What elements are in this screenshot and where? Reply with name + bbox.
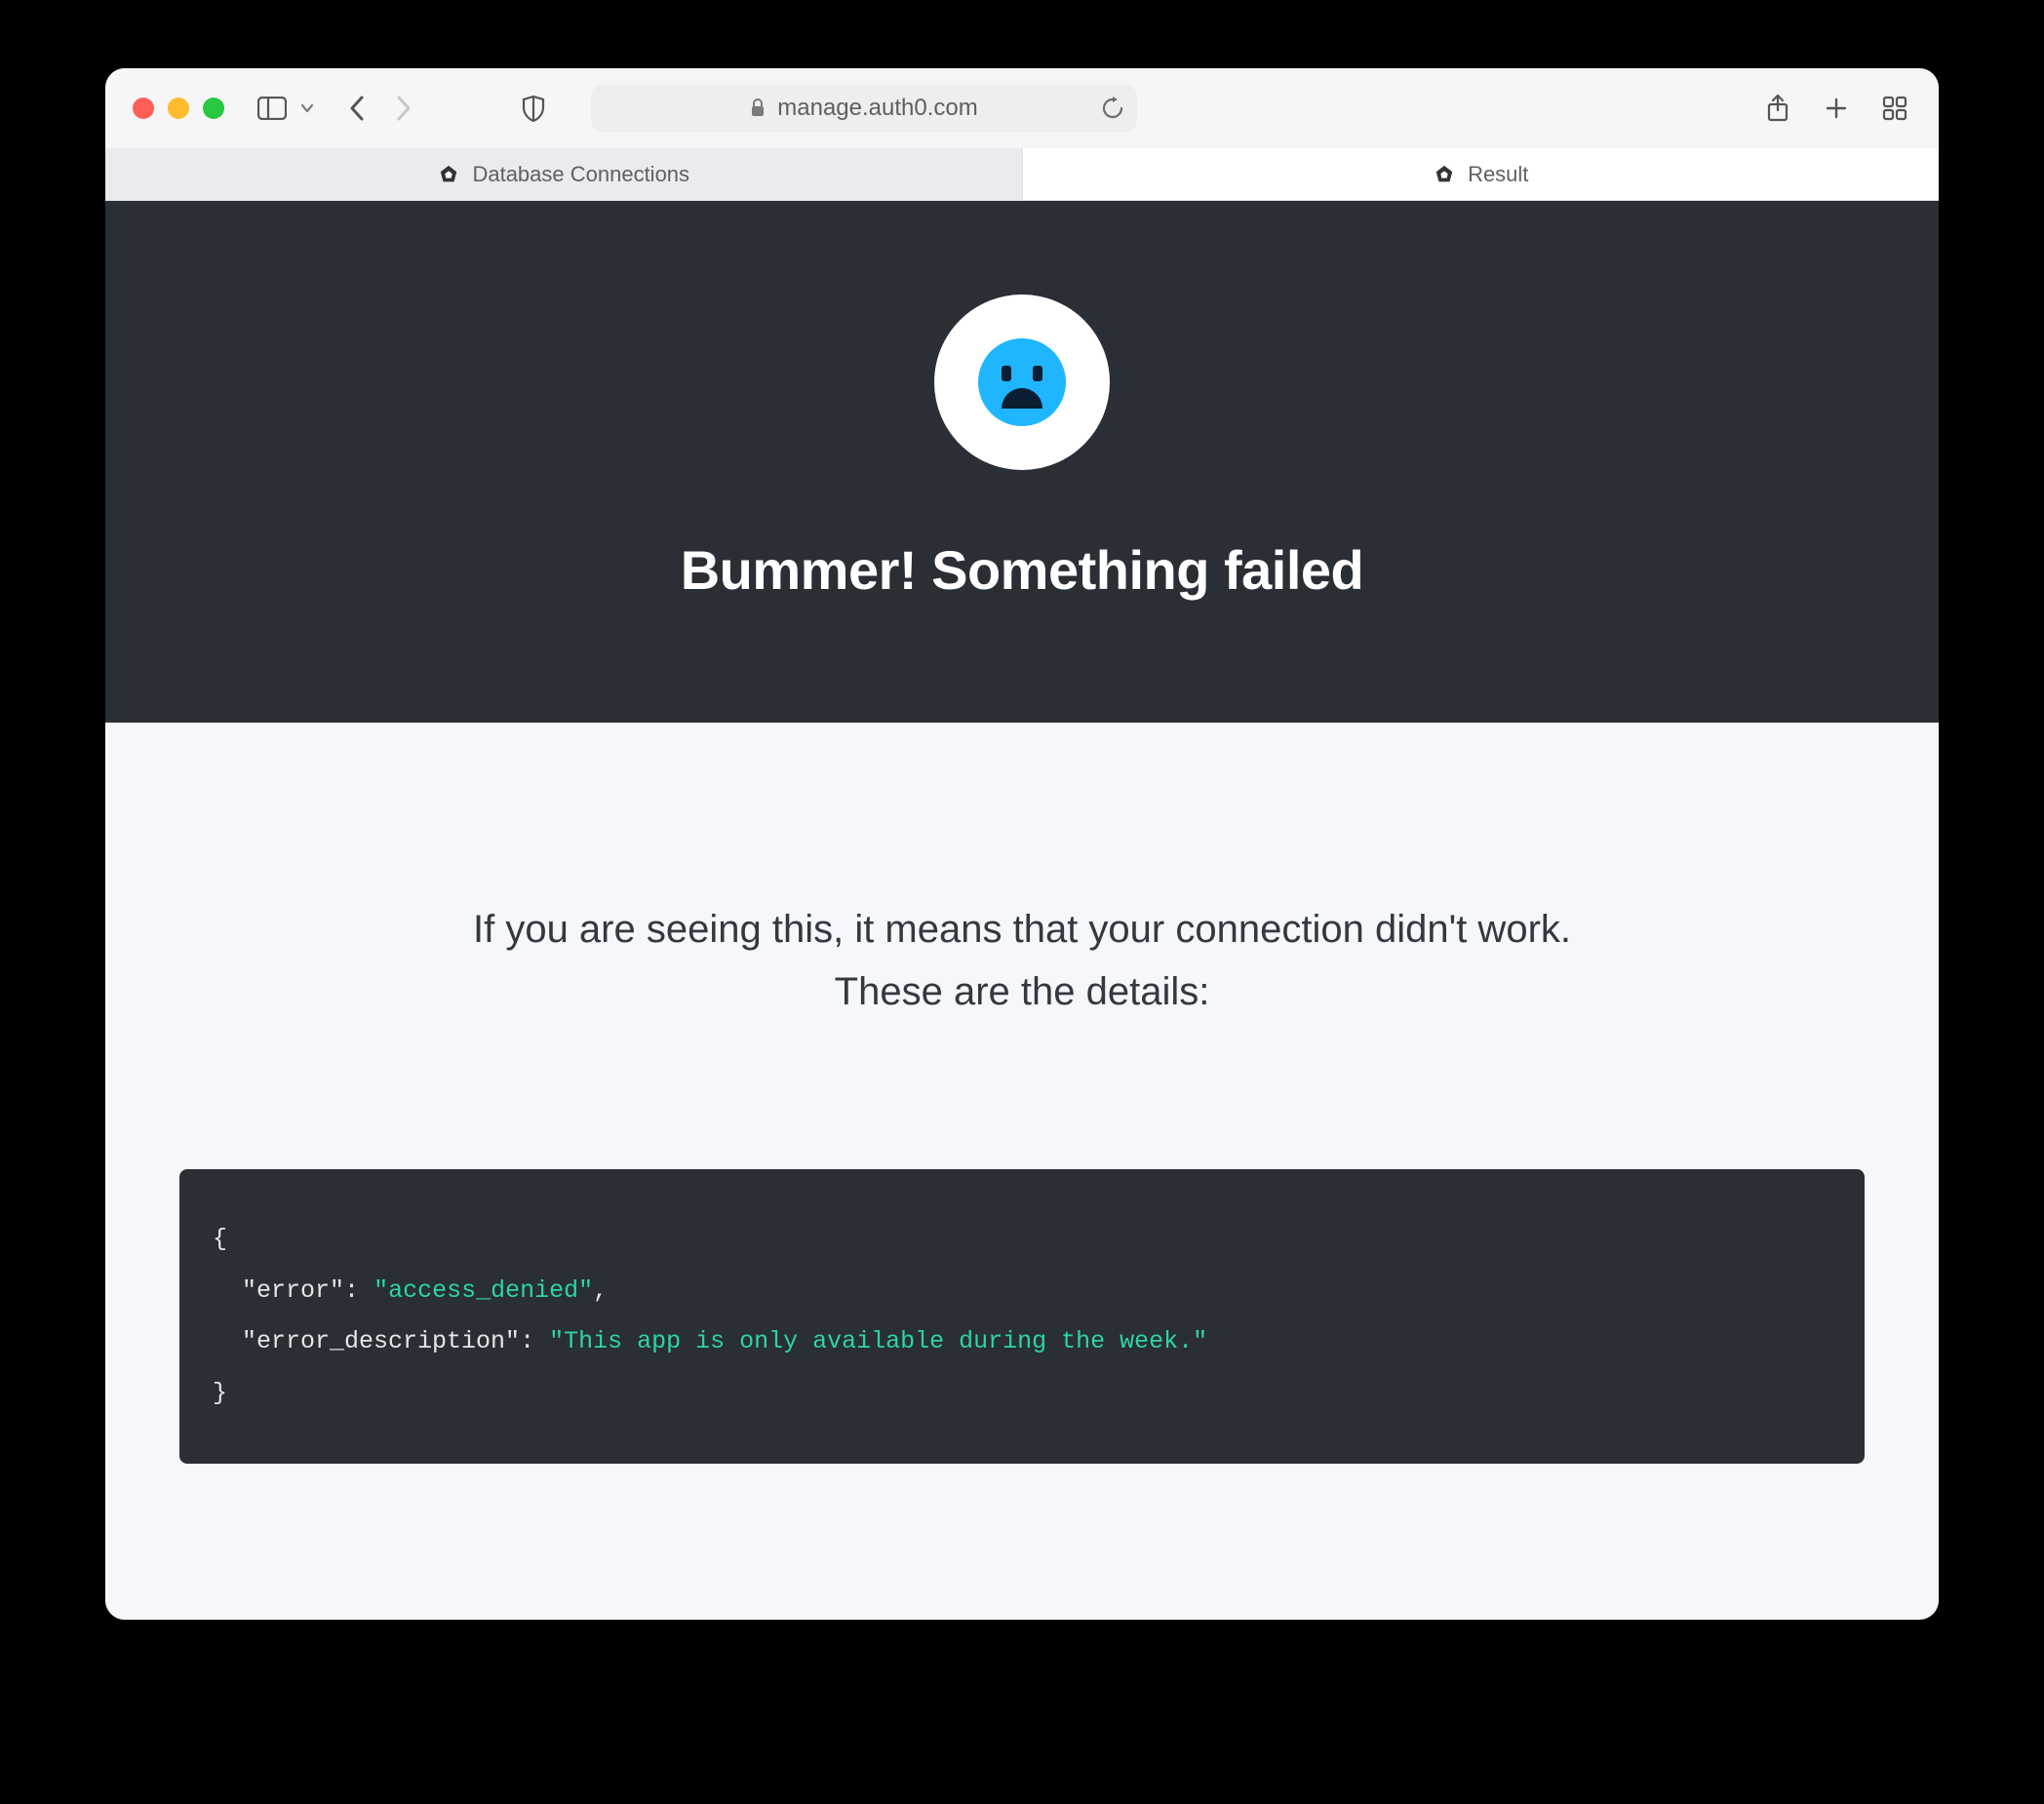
sad-face-badge (934, 294, 1110, 470)
lock-icon (750, 98, 766, 118)
browser-chrome: manage.auth0.com (105, 68, 1939, 201)
minimize-window-button[interactable] (168, 98, 189, 119)
navigation-arrows (341, 92, 419, 125)
traffic-lights (133, 98, 224, 119)
new-tab-icon[interactable] (1820, 92, 1853, 125)
browser-toolbar: manage.auth0.com (105, 68, 1939, 148)
error-code-block: { "error": "access_denied", "error_descr… (179, 1169, 1865, 1464)
auth0-favicon-icon (1433, 163, 1456, 186)
details-line-2: These are the details: (179, 961, 1865, 1023)
address-bar[interactable]: manage.auth0.com (591, 85, 1137, 132)
tab-label: Result (1468, 162, 1528, 187)
error-key: "error" (242, 1276, 344, 1305)
tab-bar: Database Connections Result (105, 148, 1939, 200)
forward-button[interactable] (386, 92, 419, 125)
page-content: Bummer! Something failed If you are seei… (105, 201, 1939, 1620)
sad-face-icon (978, 338, 1066, 426)
back-button[interactable] (341, 92, 374, 125)
error-value: "access_denied" (373, 1276, 593, 1305)
error-description-key: "error_description" (242, 1327, 520, 1355)
error-description-value: "This app is only available during the w… (549, 1327, 1207, 1355)
browser-window: manage.auth0.com (105, 68, 1939, 1620)
tab-overview-icon[interactable] (1878, 92, 1911, 125)
tab-result[interactable]: Result (1023, 148, 1940, 200)
details-line-1: If you are seeing this, it means that yo… (179, 898, 1865, 961)
close-window-button[interactable] (133, 98, 154, 119)
hero-banner: Bummer! Something failed (105, 201, 1939, 723)
auth0-favicon-icon (437, 163, 460, 186)
share-icon[interactable] (1761, 92, 1794, 125)
chevron-down-icon[interactable] (291, 92, 324, 125)
sidebar-toggle-group (256, 92, 324, 125)
toolbar-right (1761, 92, 1911, 125)
shield-icon[interactable] (517, 92, 550, 125)
details-section: If you are seeing this, it means that yo… (105, 723, 1939, 1620)
tab-label: Database Connections (472, 162, 689, 187)
tab-database-connections[interactable]: Database Connections (105, 148, 1023, 200)
reload-icon[interactable] (1102, 97, 1123, 120)
hero-title: Bummer! Something failed (125, 538, 1919, 602)
maximize-window-button[interactable] (203, 98, 224, 119)
sidebar-icon[interactable] (256, 92, 289, 125)
address-text: manage.auth0.com (777, 95, 977, 122)
